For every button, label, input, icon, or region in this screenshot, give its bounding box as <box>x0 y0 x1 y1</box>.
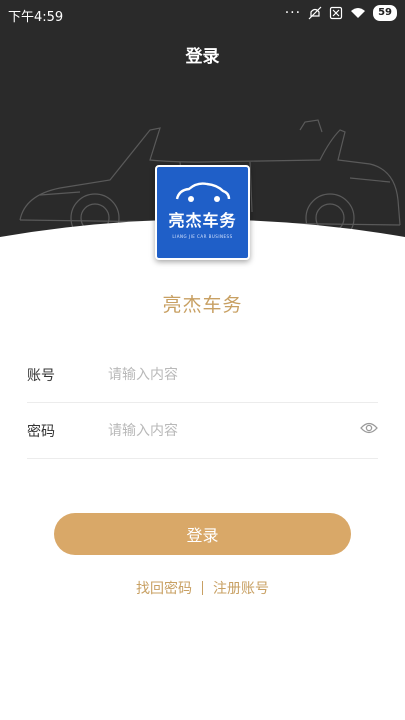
password-field: 密码 <box>27 403 378 459</box>
wifi-icon <box>350 7 366 19</box>
link-divider <box>202 581 203 595</box>
account-field: 账号 <box>27 347 378 403</box>
status-time: 下午4:59 <box>8 10 64 25</box>
account-input[interactable] <box>108 359 348 391</box>
password-label: 密码 <box>27 424 55 440</box>
logo-subtitle: LIANG JIE CAR BUSINESS <box>172 233 233 239</box>
status-bar: 下午4:59 ··· 59 <box>0 0 405 28</box>
status-icons: ··· 59 <box>285 5 397 21</box>
battery-icon: 59 <box>373 5 397 21</box>
mute-icon <box>308 6 322 20</box>
page-title: 登录 <box>185 47 220 67</box>
login-button[interactable]: 登录 <box>54 513 351 555</box>
auth-links: 找回密码 注册账号 <box>0 578 405 598</box>
more-dots-icon: ··· <box>284 5 302 21</box>
app-logo: 亮杰车务 LIANG JIE CAR BUSINESS <box>155 165 250 260</box>
password-input[interactable] <box>108 415 348 447</box>
car-logo-icon <box>175 181 230 202</box>
sim-off-icon <box>329 6 343 20</box>
logo-name: 亮杰车务 <box>168 210 237 230</box>
register-link[interactable]: 注册账号 <box>213 581 269 597</box>
app-name: 亮杰车务 <box>162 294 243 316</box>
forgot-password-link[interactable]: 找回密码 <box>136 581 192 597</box>
eye-icon[interactable] <box>360 421 378 435</box>
account-label: 账号 <box>27 368 55 384</box>
